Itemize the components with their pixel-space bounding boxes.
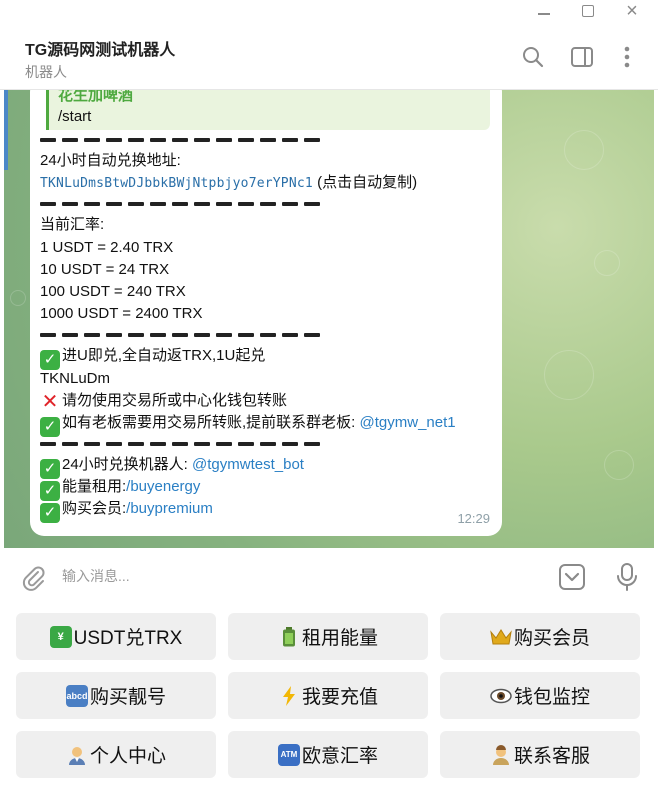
more-button[interactable] — [614, 44, 640, 70]
address-label: 24小时自动兑换地址: — [40, 152, 181, 169]
kb-button-recharge[interactable]: 我要充值 — [228, 672, 428, 719]
message-time: 12:29 — [457, 510, 490, 526]
bot-keyboard-toggle-button[interactable] — [558, 563, 586, 591]
atm-icon: ATM — [277, 743, 300, 766]
kb-button-usdt-trx[interactable]: ¥ USDT兑TRX — [16, 613, 216, 660]
side-panel-icon — [571, 47, 593, 67]
minimize-icon — [538, 13, 550, 15]
close-icon: × — [626, 0, 638, 22]
reply-text: /start — [58, 108, 92, 125]
rate-line: 1 USDT = 2.40 TRX — [40, 238, 174, 256]
message-input[interactable] — [62, 560, 532, 592]
address-row: TKNLuDmsBtwDJbbkBWjNtpbjyo7erYPNc1 (点击自动… — [40, 172, 492, 194]
wallpaper-doodle — [544, 350, 594, 400]
lightning-icon — [278, 685, 300, 707]
voice-record-button[interactable] — [614, 562, 640, 592]
yen-exchange-icon: ¥ — [49, 625, 72, 648]
notice-warning: ✕ 请勿使用交易所或中心化钱包转账 — [41, 390, 288, 413]
check-mark-icon: ✓ — [40, 416, 60, 437]
wallet-address[interactable]: TKNLuDmsBtwDJbbkBWjNtpbjyo7erYPNc1 — [40, 176, 313, 191]
maximize-icon — [582, 5, 594, 17]
side-panel-button[interactable] — [569, 44, 595, 70]
battery-icon — [278, 626, 300, 648]
reply-sender: 花生加啤酒 — [58, 90, 134, 104]
premium-row: ✓ 购买会员:/buypremium — [40, 498, 492, 524]
scroll-indicator — [4, 90, 8, 170]
energy-row: ✓ 能量租用:/buyenergy — [40, 476, 492, 502]
chat-subtitle: 机器人 — [25, 64, 67, 80]
admin-username-link[interactable]: @tgymw_net1 — [360, 414, 456, 431]
wallpaper-doodle — [594, 250, 620, 276]
rate-title: 当前汇率: — [40, 216, 105, 234]
kb-button-contact-support[interactable]: 联系客服 — [440, 731, 640, 778]
chat-history[interactable]: 花生加啤酒 /start 24小时自动兑换地址: TKNLuDmsBtwDJbb… — [4, 90, 654, 548]
keyboard-toggle-icon — [559, 564, 585, 590]
separator-line — [40, 138, 492, 144]
kb-button-buy-number[interactable]: abcd 购买靓号 — [16, 672, 216, 719]
separator-line — [40, 442, 492, 448]
check-mark-icon: ✓ — [40, 503, 60, 524]
wallpaper-doodle — [10, 290, 26, 306]
attach-button[interactable] — [19, 563, 47, 591]
rate-line: 1000 USDT = 2400 TRX — [40, 305, 203, 323]
cross-mark-icon: ✕ — [41, 390, 59, 413]
eye-icon — [490, 685, 512, 707]
minimize-button[interactable] — [522, 0, 566, 22]
wallpaper-doodle — [604, 450, 634, 480]
maximize-button[interactable] — [566, 0, 610, 22]
kb-button-okx-rate[interactable]: ATM 欧意汇率 — [228, 731, 428, 778]
reply-quote[interactable]: 花生加啤酒 /start — [46, 90, 490, 130]
kb-button-rent-energy[interactable]: 租用能量 — [228, 613, 428, 660]
abcd-icon: abcd — [65, 684, 88, 707]
buypremium-command-link[interactable]: /buypremium — [126, 500, 213, 517]
wallpaper-doodle — [564, 130, 604, 170]
support-person-icon — [490, 744, 512, 766]
notice-contact: ✓ 如有老板需要用交易所转账,提前联系群老板: @tgymw_net1 — [40, 412, 492, 437]
separator-line — [40, 333, 492, 339]
kb-button-wallet-monitor[interactable]: 钱包监控 — [440, 672, 640, 719]
person-icon — [66, 744, 88, 766]
rate-line: 100 USDT = 240 TRX — [40, 282, 186, 300]
notice-auto-exchange-cont: TKNLuDm — [40, 369, 111, 387]
bot-reply-keyboard: ¥ USDT兑TRX 租用能量 购买会员 abcd 购买靓号 我要充值 钱包监控 个… — [0, 604, 658, 786]
notice-auto-exchange: ✓ 进U即兑,全自动返TRX,1U起兑 — [40, 345, 492, 371]
bot-username-link[interactable]: @tgymwtest_bot — [192, 456, 304, 473]
kb-button-profile[interactable]: 个人中心 — [16, 731, 216, 778]
close-button[interactable]: × — [610, 0, 654, 22]
rate-line: 10 USDT = 24 TRX — [40, 260, 170, 278]
buyenergy-command-link[interactable]: /buyenergy — [126, 478, 200, 495]
separator-line — [40, 202, 492, 208]
address-hint: (点击自动复制) — [317, 174, 418, 192]
microphone-icon — [617, 563, 637, 591]
chat-header: TG源码网测试机器人 机器人 — [0, 22, 658, 90]
paperclip-icon — [22, 566, 45, 591]
chat-title[interactable]: TG源码网测试机器人 — [25, 36, 175, 60]
message-composer — [0, 548, 658, 604]
crown-icon — [490, 626, 512, 648]
more-vertical-icon — [624, 46, 630, 68]
bot-row: ✓ 24小时兑换机器人: @tgymwtest_bot — [40, 454, 492, 480]
search-button[interactable] — [520, 44, 546, 70]
message-bubble[interactable]: 花生加啤酒 /start 24小时自动兑换地址: TKNLuDmsBtwDJbb… — [30, 90, 502, 536]
kb-button-buy-premium[interactable]: 购买会员 — [440, 613, 640, 660]
window-titlebar: × — [0, 0, 658, 22]
search-icon — [523, 47, 544, 68]
